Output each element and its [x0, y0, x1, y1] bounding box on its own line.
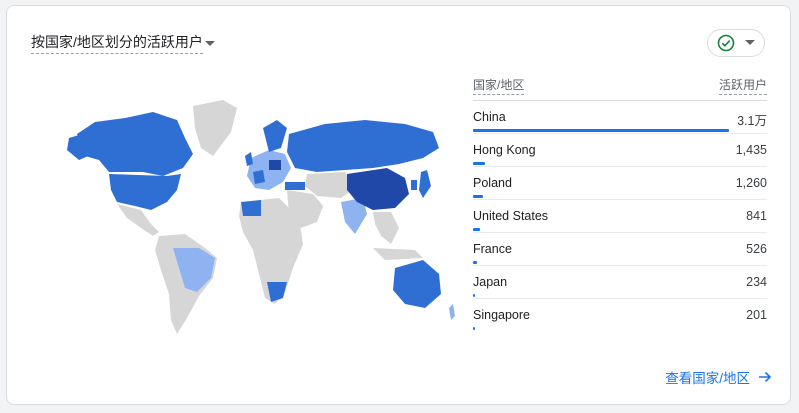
active-users-value: 526 — [746, 242, 767, 256]
map-region-australia — [393, 260, 441, 308]
map-region-scandinavia — [263, 120, 287, 152]
share-bar — [473, 294, 475, 297]
world-map — [67, 100, 455, 334]
share-bar — [473, 162, 485, 165]
active-users-value: 1,260 — [735, 176, 767, 190]
table-row[interactable]: United States 841 — [473, 200, 767, 233]
country-name: China — [473, 110, 506, 124]
status-menu-button[interactable] — [707, 29, 765, 57]
table-row[interactable]: China 3.1万 — [473, 101, 767, 134]
share-bar — [473, 327, 475, 330]
map-region-united-kingdom — [245, 152, 253, 166]
view-countries-label: 查看国家/地区 — [665, 371, 750, 386]
map-region-greenland — [193, 100, 237, 156]
map-region-north-africa-west — [241, 200, 261, 216]
share-bar — [473, 228, 480, 231]
chevron-down-icon — [745, 40, 755, 45]
map-region-france — [253, 170, 265, 184]
table-row[interactable]: Poland 1,260 — [473, 167, 767, 200]
map-region-turkey — [285, 182, 305, 190]
active-users-value: 3.1万 — [737, 114, 767, 128]
table-header: 国家/地区 活跃用户 — [473, 76, 767, 100]
table-row[interactable]: Hong Kong 1,435 — [473, 134, 767, 167]
country-name: Japan — [473, 275, 508, 289]
arrow-right-icon — [759, 371, 772, 383]
column-header-country[interactable]: 国家/地区 — [473, 76, 525, 95]
map-region-new-zealand — [449, 304, 455, 320]
table-row[interactable]: France 526 — [473, 233, 767, 266]
check-circle-icon — [717, 34, 735, 52]
country-name: Hong Kong — [473, 143, 536, 157]
map-region-korea — [411, 180, 417, 190]
share-bar — [473, 195, 483, 198]
active-users-value: 201 — [746, 308, 767, 322]
active-users-value: 234 — [746, 275, 767, 289]
active-users-value: 841 — [746, 209, 767, 223]
map-region-russia — [287, 120, 439, 172]
map-region-poland — [269, 160, 281, 170]
map-region-japan — [419, 170, 431, 198]
active-users-by-country-card: 按国家/地区划分的活跃用户 国家/地区 活跃用户 China 3.1万 Hong… — [6, 5, 791, 405]
title-caret-icon — [204, 40, 215, 46]
table-row[interactable]: Japan 234 — [473, 266, 767, 299]
map-region-southeast-asia — [373, 212, 399, 244]
share-bar — [473, 129, 729, 132]
table-rows: China 3.1万 Hong Kong 1,435 Poland 1,260 … — [473, 100, 767, 331]
card-title-dropdown[interactable]: 按国家/地区划分的活跃用户 — [31, 32, 215, 54]
country-table: 国家/地区 活跃用户 China 3.1万 Hong Kong 1,435 Po… — [473, 76, 767, 331]
table-row[interactable]: Singapore 201 — [473, 299, 767, 331]
map-region-canada — [77, 112, 193, 176]
active-users-value: 1,435 — [735, 143, 767, 157]
card-title: 按国家/地区划分的活跃用户 — [31, 32, 203, 54]
view-countries-link[interactable]: 查看国家/地区 — [665, 367, 772, 387]
column-header-active-users[interactable]: 活跃用户 — [718, 76, 767, 95]
map-region-united-states — [109, 174, 181, 210]
map-region-indonesia — [373, 248, 423, 260]
country-name: Poland — [473, 176, 512, 190]
country-name: Singapore — [473, 308, 530, 322]
share-bar — [473, 261, 477, 264]
country-name: France — [473, 242, 512, 256]
country-name: United States — [473, 209, 549, 223]
